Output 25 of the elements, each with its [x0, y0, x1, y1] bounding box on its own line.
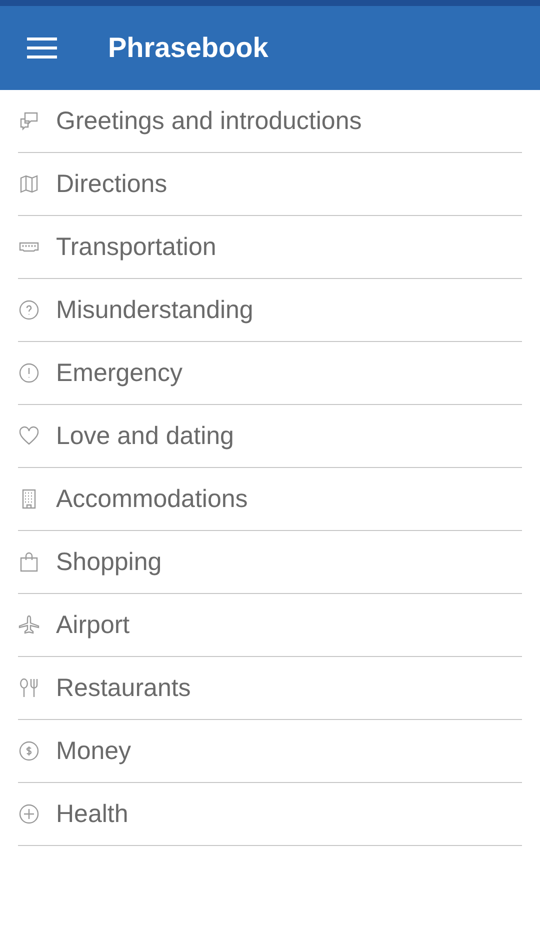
menu-icon — [26, 36, 58, 60]
shopping-bag-icon — [18, 551, 40, 573]
menu-button[interactable] — [26, 36, 58, 60]
category-item[interactable]: Money — [18, 720, 522, 783]
category-item[interactable]: Health — [18, 783, 522, 846]
category-item[interactable]: Emergency — [18, 342, 522, 405]
app-title: Phrasebook — [108, 32, 268, 64]
alert-icon — [18, 362, 40, 384]
category-item[interactable]: Greetings and introductions — [18, 90, 522, 153]
airplane-icon — [18, 614, 40, 636]
category-item[interactable]: Misunderstanding — [18, 279, 522, 342]
category-item[interactable]: Accommodations — [18, 468, 522, 531]
category-item[interactable]: Love and dating — [18, 405, 522, 468]
plus-circle-icon — [18, 803, 40, 825]
heart-icon — [18, 425, 40, 447]
category-item[interactable]: Directions — [18, 153, 522, 216]
map-icon — [18, 173, 40, 195]
question-icon — [18, 299, 40, 321]
coin-icon — [18, 740, 40, 762]
utensils-icon — [18, 677, 40, 699]
category-item[interactable]: Airport — [18, 594, 522, 657]
category-item[interactable]: Restaurants — [18, 657, 522, 720]
category-item[interactable]: Shopping — [18, 531, 522, 594]
category-item[interactable]: Transportation — [18, 216, 522, 279]
chat-icon — [18, 110, 40, 132]
